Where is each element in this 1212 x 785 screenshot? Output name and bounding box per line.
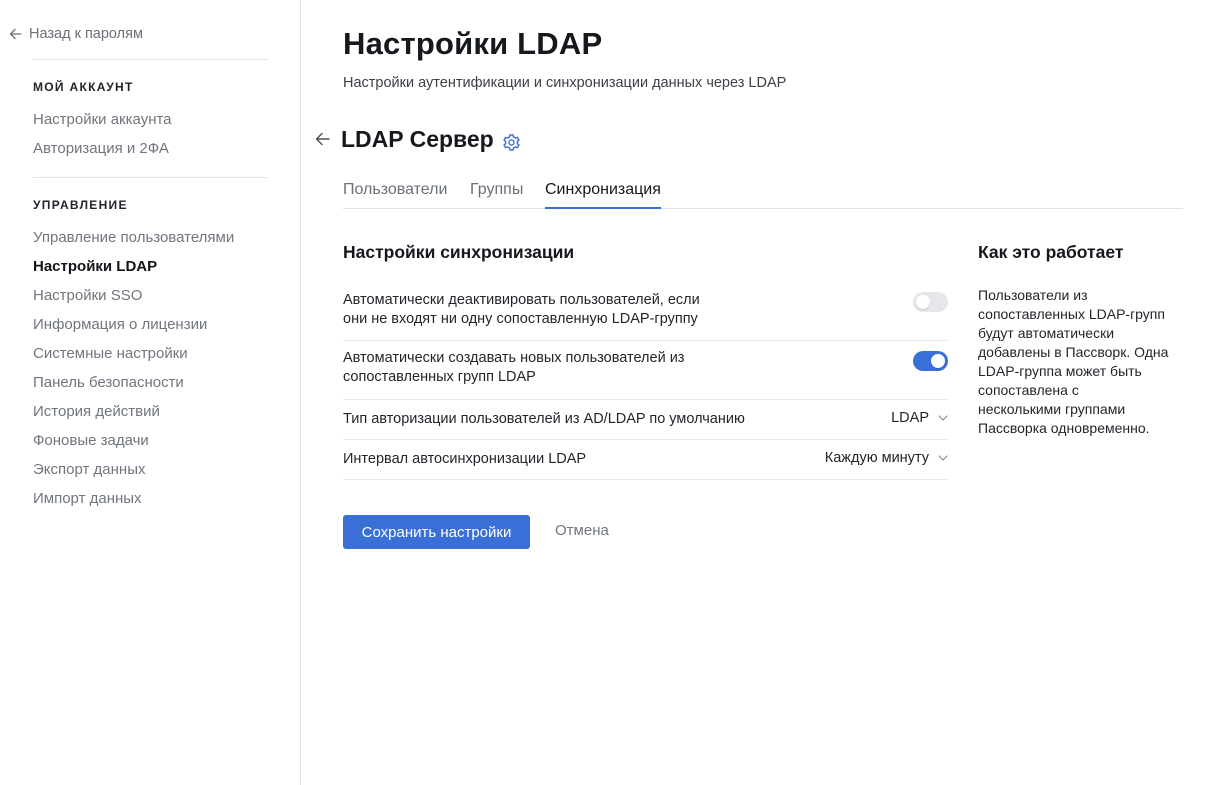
- server-back-button[interactable]: [315, 132, 330, 151]
- setting-row-sync-interval: Интервал автосинхронизации LDAP Каждую м…: [343, 440, 948, 480]
- sidebar-item-sso-settings[interactable]: Настройки SSO: [33, 287, 142, 304]
- sidebar-item-data-export[interactable]: Экспорт данных: [33, 461, 145, 478]
- sidebar-item-data-import[interactable]: Импорт данных: [33, 490, 142, 507]
- arrow-left-icon: [315, 132, 330, 146]
- create-users-toggle[interactable]: [913, 351, 948, 371]
- sidebar-item-background-tasks[interactable]: Фоновые задачи: [33, 432, 149, 449]
- sidebar-item-auth-2fa[interactable]: Авторизация и 2ФА: [33, 140, 169, 157]
- back-to-passwords-link[interactable]: Назад к паролям: [9, 26, 143, 42]
- toggle-knob: [931, 354, 945, 368]
- sidebar-divider: [33, 177, 268, 178]
- sidebar-item-license-info[interactable]: Информация о лицензии: [33, 316, 207, 333]
- sidebar: Назад к паролям МОЙ АККАУНТ Настройки ак…: [0, 0, 301, 785]
- sync-interval-value: Каждую минуту: [824, 450, 929, 466]
- help-text-line: сопоставлена с: [978, 382, 1079, 398]
- help-text-line: добавлены в Пассворк. Одна: [978, 344, 1169, 360]
- deactivate-users-toggle[interactable]: [913, 292, 948, 312]
- sidebar-divider: [33, 59, 268, 60]
- tab-users[interactable]: Пользователи: [343, 179, 447, 209]
- help-text-line: будут автоматически: [978, 325, 1115, 341]
- arrow-left-icon: [9, 28, 22, 40]
- tab-groups[interactable]: Группы: [470, 179, 523, 209]
- setting-row-deactivate-users: Автоматически деактивировать пользовател…: [343, 283, 948, 341]
- setting-label: Автоматически создавать новых пользовате…: [343, 349, 684, 387]
- help-text: Пользователи из сопоставленных LDAP-груп…: [978, 286, 1184, 438]
- help-text-line: сопоставленных LDAP-групп: [978, 306, 1165, 322]
- sidebar-item-user-management[interactable]: Управление пользователями: [33, 229, 234, 246]
- sidebar-item-account-settings[interactable]: Настройки аккаунта: [33, 111, 172, 128]
- sidebar-item-ldap-settings[interactable]: Настройки LDAP: [33, 258, 157, 275]
- help-title: Как это работает: [978, 242, 1124, 262]
- setting-label: Интервал автосинхронизации LDAP: [343, 451, 587, 467]
- help-text-line: LDAP-группа может быть: [978, 363, 1142, 379]
- setting-row-create-users: Автоматически создавать новых пользовате…: [343, 341, 948, 400]
- setting-row-auth-type: Тип авторизации пользователей из AD/LDAP…: [343, 400, 948, 440]
- setting-label-line: сопоставленных групп LDAP: [343, 369, 536, 385]
- cancel-button[interactable]: Отмена: [555, 522, 609, 539]
- server-settings-button[interactable]: [502, 133, 521, 157]
- save-settings-button[interactable]: Сохранить настройки: [343, 515, 530, 549]
- help-text-line: Пользователи из: [978, 287, 1088, 303]
- chevron-down-icon: [938, 415, 948, 421]
- setting-label-line: Автоматически деактивировать пользовател…: [343, 292, 700, 308]
- help-text-line: несколькими группами: [978, 401, 1126, 417]
- sidebar-item-security-dashboard[interactable]: Панель безопасности: [33, 374, 184, 391]
- sidebar-section-management: УПРАВЛЕНИЕ: [33, 198, 128, 212]
- main-content: Настройки LDAP Настройки аутентификации …: [315, 0, 1184, 785]
- back-link-label: Назад к паролям: [29, 26, 143, 42]
- toggle-knob: [916, 295, 930, 309]
- setting-label: Автоматически деактивировать пользовател…: [343, 291, 700, 329]
- server-tabs: Пользователи Группы Синхронизация: [343, 179, 1183, 209]
- chevron-down-icon: [938, 455, 948, 461]
- gear-icon: [503, 134, 520, 151]
- setting-label: Тип авторизации пользователей из AD/LDAP…: [343, 411, 745, 427]
- sidebar-item-activity-history[interactable]: История действий: [33, 403, 160, 420]
- help-text-line: Пассворка одновременно.: [978, 420, 1150, 436]
- sidebar-item-system-settings[interactable]: Системные настройки: [33, 345, 188, 362]
- server-title: LDAP Сервер: [341, 126, 494, 152]
- tab-sync[interactable]: Синхронизация: [545, 179, 661, 209]
- auth-type-select[interactable]: LDAP: [891, 410, 948, 426]
- sync-interval-select[interactable]: Каждую минуту: [825, 450, 948, 466]
- sidebar-section-my-account: МОЙ АККАУНТ: [33, 80, 134, 94]
- setting-label-line: они не входят ни одну сопоставленную LDA…: [343, 311, 698, 327]
- sync-section-title: Настройки синхронизации: [343, 242, 575, 262]
- page-title: Настройки LDAP: [343, 26, 603, 61]
- auth-type-value: LDAP: [891, 410, 929, 426]
- setting-label-line: Автоматически создавать новых пользовате…: [343, 350, 685, 366]
- page-subtitle: Настройки аутентификации и синхронизации…: [343, 75, 787, 91]
